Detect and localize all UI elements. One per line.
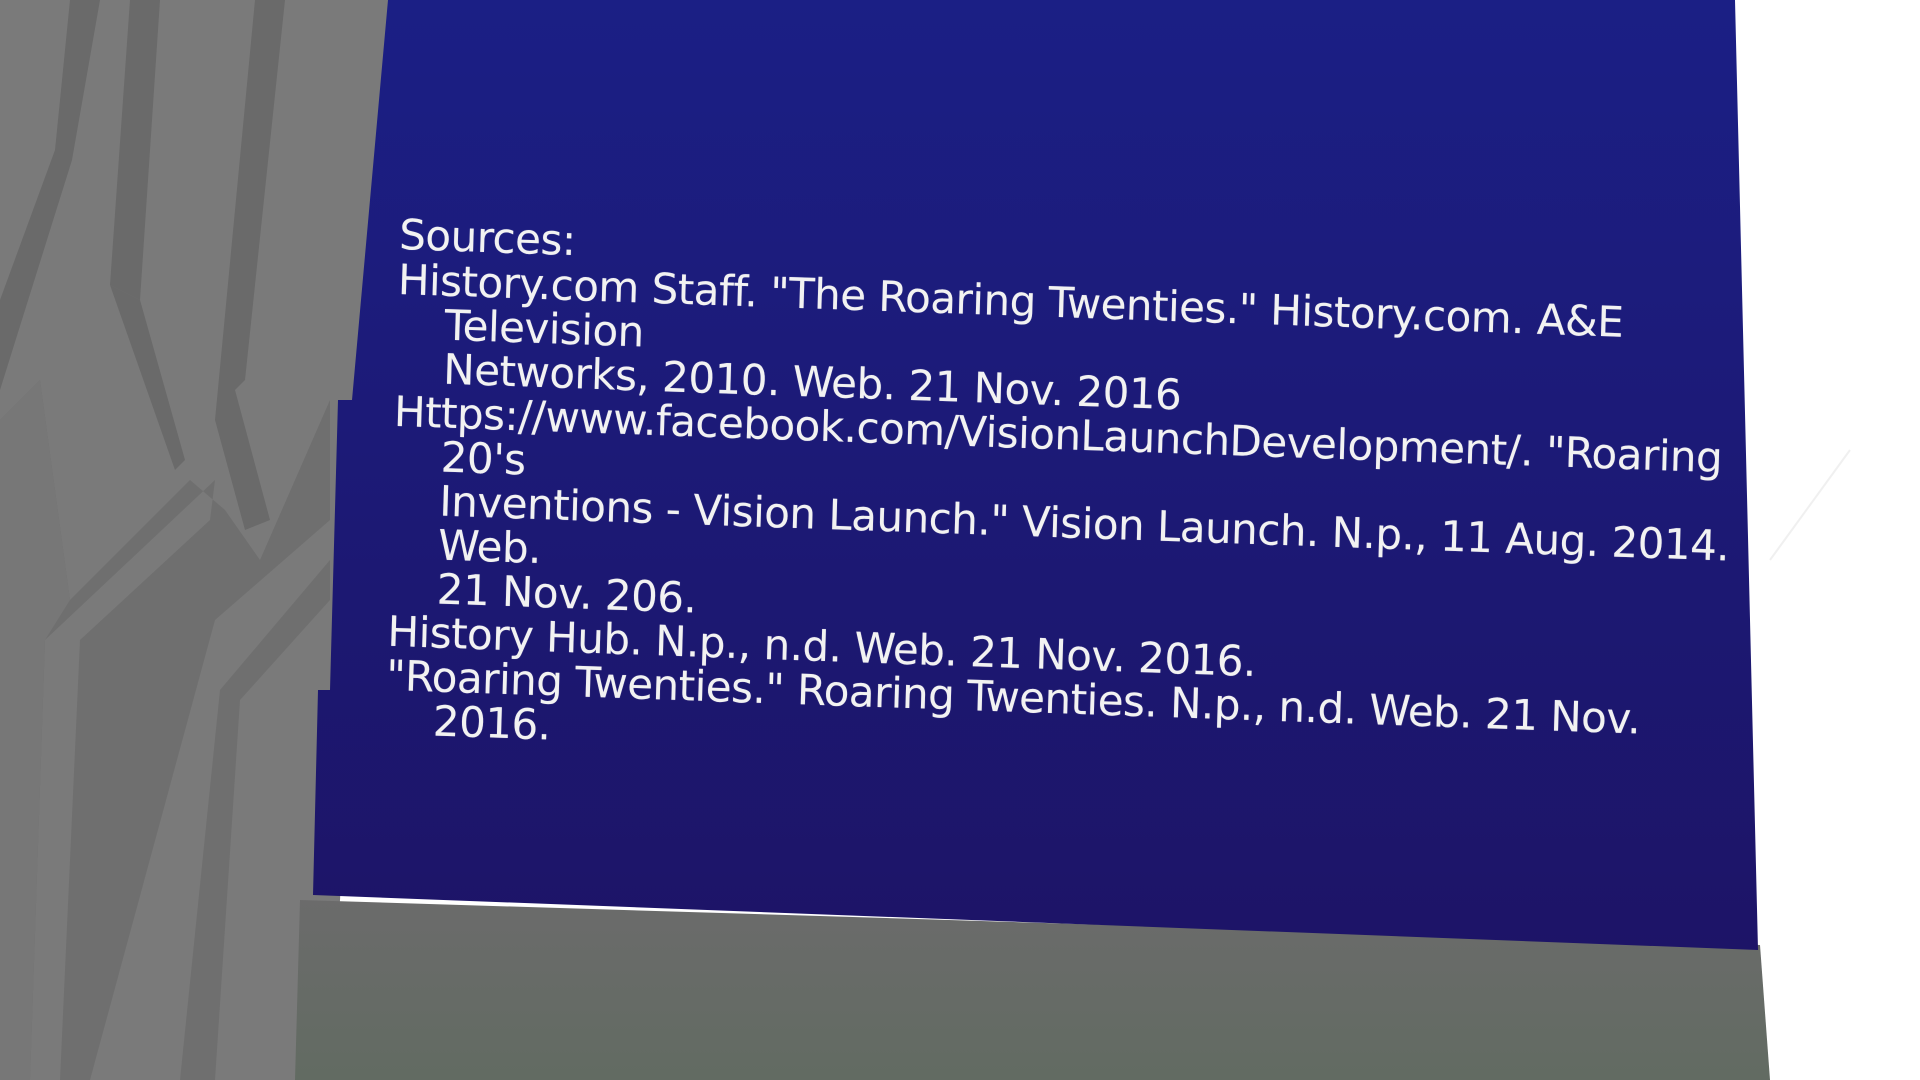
vr-scene: Sources: History.com Staff. "The Roaring…	[0, 0, 1920, 1080]
sources-slide-text: Sources: History.com Staff. "The Roaring…	[384, 210, 1779, 790]
